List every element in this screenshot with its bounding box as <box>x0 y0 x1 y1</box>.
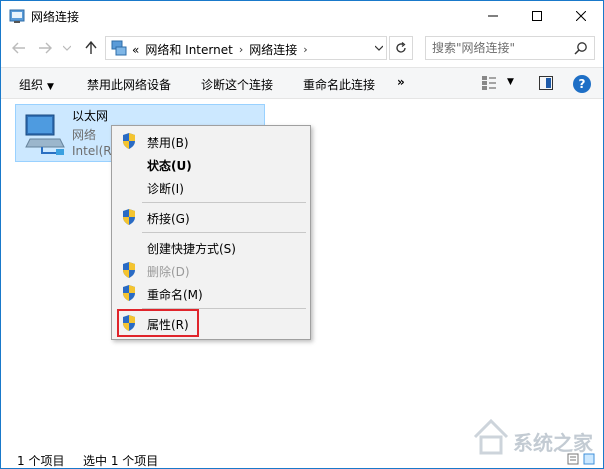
maximize-icon <box>532 11 542 21</box>
search-box[interactable] <box>425 36 595 60</box>
explorer-window: 网络连接 « 网络和 Internet › 网络连接 › 搜索"网络连接" 组织… <box>0 0 604 469</box>
preview-pane-icon[interactable] <box>539 76 553 90</box>
breadcrumb-item-network-internet[interactable]: 网络和 Internet <box>145 41 232 58</box>
arrow-right-icon <box>39 42 52 54</box>
menu-separator <box>142 202 306 203</box>
search-icon[interactable] <box>574 41 588 55</box>
up-button[interactable] <box>81 38 101 58</box>
menu-item-diagnose[interactable]: 诊断(I) <box>114 176 308 198</box>
menu-item-label: 诊断(I) <box>147 182 184 196</box>
back-button[interactable] <box>9 38 29 58</box>
arrow-up-icon <box>85 41 97 54</box>
item-count: 1 个项目 <box>17 454 65 468</box>
selected-count: 选中 1 个项目 <box>83 454 159 468</box>
refresh-button[interactable] <box>389 36 413 60</box>
uac-shield-icon <box>123 209 135 225</box>
uac-shield-icon <box>123 262 135 278</box>
menu-item-label: 桥接(G) <box>147 212 190 226</box>
close-button[interactable] <box>559 1 603 31</box>
uac-shield-icon <box>123 285 135 301</box>
diagnose-button[interactable]: 诊断这个连接 <box>201 76 273 93</box>
menu-item-disable[interactable]: 禁用(B) <box>114 130 308 152</box>
uac-shield-icon <box>123 133 135 149</box>
network-connections-icon <box>111 40 127 56</box>
adapter-name: 以太网 <box>72 109 109 123</box>
organize-button[interactable]: 组织 ▼ <box>19 76 54 93</box>
disable-device-button[interactable]: 禁用此网络设备 <box>87 76 171 93</box>
rename-connection-button[interactable]: 重命名此连接 <box>303 76 375 93</box>
minimize-button[interactable] <box>471 1 515 31</box>
view-toggle-icons[interactable] <box>567 452 597 466</box>
breadcrumb: « 网络和 Internet › 网络连接 › <box>132 41 308 58</box>
menu-item-status[interactable]: 状态(U) <box>114 153 308 175</box>
watermark-house-icon <box>473 418 509 455</box>
menu-item-label: 创建快捷方式(S) <box>147 242 236 256</box>
menu-item-rename[interactable]: 重命名(M) <box>114 282 308 304</box>
close-icon <box>576 11 586 21</box>
menu-item-label: 禁用(B) <box>147 136 189 150</box>
recent-locations-button[interactable] <box>61 38 73 58</box>
maximize-button[interactable] <box>515 1 559 31</box>
view-options-icon[interactable] <box>481 75 497 91</box>
address-bar[interactable]: « 网络和 Internet › 网络连接 › <box>105 36 387 60</box>
command-bar: 组织 ▼ 禁用此网络设备 诊断这个连接 重命名此连接 » ▼ ? <box>1 67 603 99</box>
breadcrumb-separator[interactable]: › <box>303 43 307 56</box>
menu-item-bridge[interactable]: 桥接(G) <box>114 206 308 228</box>
refresh-icon <box>396 42 406 53</box>
menu-separator <box>142 232 306 233</box>
forward-button[interactable] <box>35 38 55 58</box>
network-folder-icon <box>9 9 25 23</box>
navigation-bar: « 网络和 Internet › 网络连接 › <box>1 33 603 63</box>
breadcrumb-item-network-connections[interactable]: 网络连接 <box>249 41 297 58</box>
menu-item-label: 重命名(M) <box>147 288 203 302</box>
properties-highlight-box <box>117 309 199 337</box>
chevron-down-icon <box>63 45 71 51</box>
ethernet-adapter-icon <box>25 114 65 155</box>
minimize-icon <box>488 15 498 17</box>
chevron-down-icon <box>375 45 383 51</box>
adapter-type: 网络 <box>72 128 97 142</box>
menu-item-delete[interactable]: 删除(D) <box>114 259 308 281</box>
menu-item-label: 状态(U) <box>147 159 192 173</box>
arrow-left-icon <box>12 42 25 54</box>
breadcrumb-separator[interactable]: › <box>239 43 243 56</box>
adapter-device: Intel(R <box>72 144 112 158</box>
menu-item-label: 删除(D) <box>147 265 190 279</box>
window-title: 网络连接 <box>31 10 80 24</box>
context-menu: 禁用(B) 状态(U) 诊断(I) 桥接(G) 创建快捷方式(S) 删除(D) … <box>111 125 311 340</box>
address-dropdown-button[interactable] <box>372 41 386 55</box>
more-commands-button[interactable]: » <box>397 75 405 89</box>
organize-label: 组织 <box>19 78 44 92</box>
caret-down-icon[interactable]: ▼ <box>507 77 514 87</box>
search-input[interactable] <box>432 40 572 56</box>
title-bar[interactable]: 网络连接 <box>1 1 603 31</box>
menu-item-create-shortcut[interactable]: 创建快捷方式(S) <box>114 236 308 258</box>
breadcrumb-overflow[interactable]: « <box>132 43 139 57</box>
help-icon[interactable]: ? <box>573 75 591 93</box>
caret-down-icon: ▼ <box>47 82 54 92</box>
